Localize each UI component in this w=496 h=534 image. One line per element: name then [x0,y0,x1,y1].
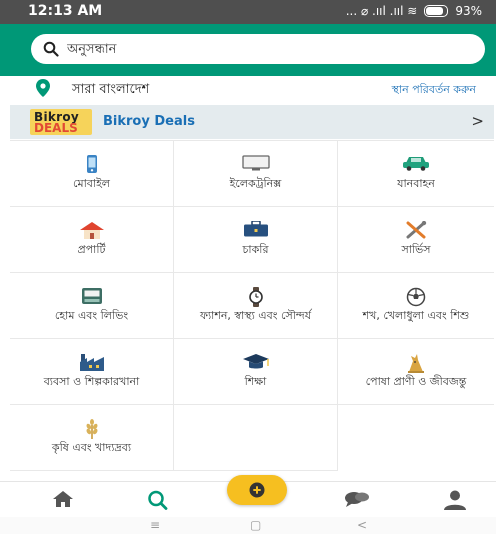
category-vehicles[interactable]: যানবাহন [338,141,494,207]
nav-search[interactable] [147,490,169,514]
chevron-right-icon: > [471,112,484,130]
nav-home[interactable] [52,490,74,512]
logo-line-2: DEALS [34,121,78,135]
category-label: শখ, খেলাধুলা এবং শিশু [362,309,470,322]
location-row[interactable]: সারা বাংলাদেশ স্থান পরিবর্তন করুন [0,76,496,104]
category-label: সার্ভিস [401,243,431,256]
deals-title: Bikroy Deals [103,114,195,129]
bikroy-deals-logo: Bikroy DEALS [30,109,92,135]
status-time: 12:13 AM [28,3,103,19]
search-icon [148,490,168,510]
tools-icon [406,221,427,239]
plus-icon [249,482,265,498]
graduation-cap-icon [242,354,269,369]
wheat-icon [86,419,97,439]
battery-icon [424,5,449,17]
nav-chat[interactable] [344,490,370,512]
system-home-button[interactable]: ▢ [250,518,261,532]
category-label: মোবাইল [73,177,110,190]
location-pin-icon [36,79,50,97]
category-services[interactable]: সার্ভিস [338,207,494,273]
category-label: চাকরি [242,243,269,256]
category-hobbies-sports-kids[interactable]: শখ, খেলাধুলা এবং শিশু [338,273,494,339]
category-electronics[interactable]: ইলেকট্রনিক্স [174,141,338,207]
system-back-button[interactable]: < [357,518,367,532]
category-grid: মোবাইল ইলেকট্রনিক্স যানবাহন প্রপার্টি চা… [10,140,494,471]
watch-icon [248,287,263,307]
car-icon [403,157,429,171]
status-bar: 12:13 AM ... ⌀ .ııl .ııl ≋ 93% [0,0,496,24]
grid-empty-cell [174,405,338,471]
category-pets-animals[interactable]: পোষা প্রাণী ও জীবজন্তু [338,339,494,405]
search-icon [43,41,59,57]
category-business-industry[interactable]: ব্যবসা ও শিল্পকারখানা [10,339,174,405]
dog-icon [408,354,424,373]
category-label: পোষা প্রাণী ও জীবজন্তু [365,375,467,388]
monitor-icon [241,155,270,171]
category-home-living[interactable]: হোম এবং লিভিং [10,273,174,339]
category-label: যানবাহন [397,177,435,190]
change-location-link[interactable]: স্থান পরিবর্তন করুন [392,81,476,100]
battery-level: 93% [455,4,482,18]
chat-icon [345,492,369,507]
category-property[interactable]: প্রপার্টি [10,207,174,273]
category-label: কৃষি এবং খাদ্যদ্রব্য [51,441,132,454]
signal-indicators: ... ⌀ .ııl .ııl ≋ [345,4,418,18]
category-label: ইলেকট্রনিক্স [229,177,282,190]
app-header [0,24,496,76]
search-input[interactable] [65,40,449,58]
briefcase-icon [243,221,268,237]
ball-icon [406,287,426,307]
status-indicators: ... ⌀ .ııl .ııl ≋ 93% [346,4,482,18]
house-icon [79,222,104,239]
category-education[interactable]: শিক্ষা [174,339,338,405]
category-label: ফ্যাশন, স্বাস্থ্য এবং সৌন্দর্য [199,309,312,322]
category-label: হোম এবং লিভিং [54,309,129,322]
category-fashion-health-beauty[interactable]: ফ্যাশন, স্বাস্থ্য এবং সৌন্দর্য [174,273,338,339]
category-jobs[interactable]: চাকরি [174,207,338,273]
post-ad-fab[interactable]: + [227,475,287,505]
category-mobile[interactable]: মোবাইল [10,141,174,207]
category-agriculture-food[interactable]: কৃষি এবং খাদ্যদ্রব্য [10,405,174,471]
search-bar[interactable] [31,34,485,64]
appliance-icon [81,288,102,304]
factory-icon [79,354,104,371]
category-label: প্রপার্টি [77,243,106,256]
category-label: শিক্ষা [244,375,267,388]
nav-account[interactable] [443,490,467,514]
location-name: সারা বাংলাদেশ [72,82,150,97]
home-icon [53,491,73,507]
deals-banner[interactable]: Bikroy DEALS Bikroy Deals > [10,105,494,139]
grid-empty-cell [338,405,494,471]
category-label: ব্যবসা ও শিল্পকারখানা [43,375,140,388]
system-navigation-bar: ≡ ▢ < [0,517,496,534]
user-icon [444,490,466,510]
recent-apps-button[interactable]: ≡ [150,518,160,532]
mobile-icon [86,155,97,173]
